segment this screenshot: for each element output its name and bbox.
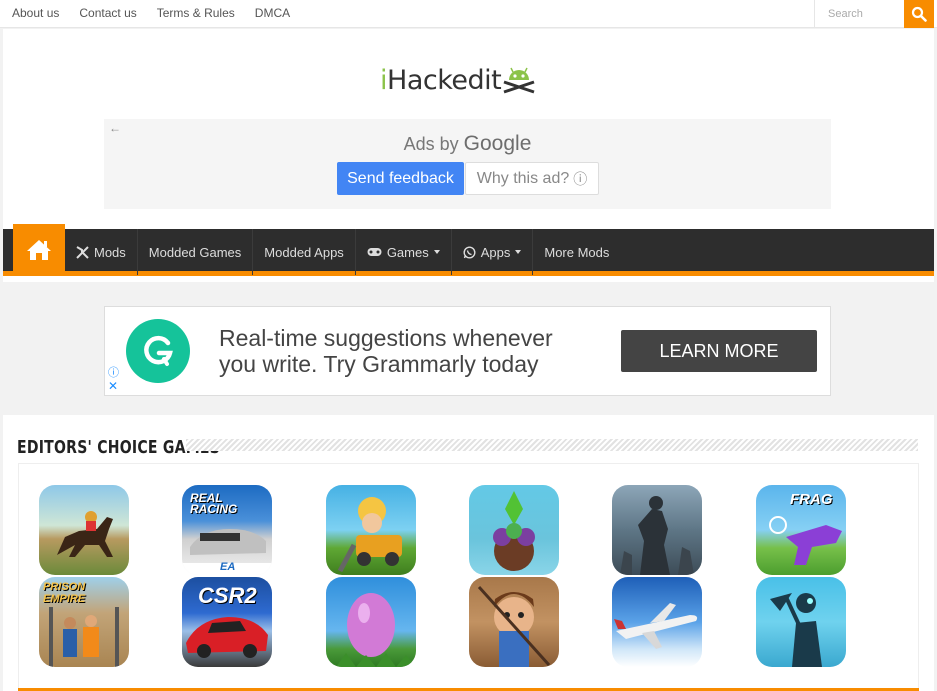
top-bar: About us Contact us Terms & Rules DMCA S… (0, 0, 937, 28)
site-logo[interactable]: i Hackedit (380, 64, 536, 96)
learn-more-button[interactable]: LEARN MORE (621, 330, 817, 372)
title-stripes (186, 439, 918, 451)
home-icon (27, 240, 51, 260)
ad-headline: Real-time suggestions whenever you write… (219, 325, 553, 377)
game-tile-dead-trigger[interactable] (612, 485, 702, 575)
game-tile-real-racing[interactable]: REAL RACING EA (182, 485, 272, 575)
terms-link[interactable]: Terms & Rules (157, 6, 235, 20)
game-tile-frag[interactable]: FRAG (756, 485, 846, 575)
game-tile-jetpack[interactable] (469, 577, 559, 667)
grammarly-ad[interactable]: Real-time suggestions whenever you write… (104, 306, 831, 396)
ad-info-icon[interactable]: ⓘ (108, 364, 119, 380)
ea-logo: EA (220, 561, 236, 573)
chevron-down-icon (433, 250, 440, 254)
nav-item-apps[interactable]: Apps (452, 229, 534, 275)
nav-item-more-mods[interactable]: More Mods (533, 229, 620, 275)
nav-item-games[interactable]: Games (356, 229, 452, 275)
search-input[interactable]: Search (814, 0, 904, 28)
game-tile-prison-empire[interactable]: PRISON EMPIRE (39, 577, 129, 667)
game-tile-flight-pilot[interactable] (612, 577, 702, 667)
game-tile-csr2[interactable]: CSR2 (182, 577, 272, 667)
android-skull-icon (503, 67, 535, 94)
game-tile-sims[interactable] (469, 485, 559, 575)
google-ad: ← Ads by Google Send feedback Why this a… (104, 119, 831, 209)
home-button[interactable] (13, 224, 65, 276)
whatsapp-icon (463, 245, 476, 259)
game-tile-shadow-miner[interactable] (756, 577, 846, 667)
nav-items: Mods Modded Games Modded Apps Games Apps… (65, 229, 620, 275)
send-feedback-button[interactable]: Send feedback (337, 162, 464, 195)
game-tile-mining-tycoon[interactable] (326, 485, 416, 575)
mods-icon (76, 245, 89, 259)
why-this-ad-button[interactable]: Why this ad? ⓘ (465, 162, 599, 195)
nav-item-modded-apps[interactable]: Modded Apps (253, 229, 356, 275)
search-icon (911, 6, 927, 22)
grammarly-logo-icon (126, 319, 190, 383)
dmca-link[interactable]: DMCA (255, 6, 290, 20)
search-button[interactable] (904, 0, 934, 28)
info-icon: ⓘ (573, 170, 588, 187)
about-us-link[interactable]: About us (12, 6, 59, 20)
ad-close-icon[interactable]: ✕ (108, 379, 118, 393)
ads-by-google: Ads by Google (403, 132, 532, 155)
game-tile-egg[interactable] (326, 577, 416, 667)
top-links: About us Contact us Terms & Rules DMCA (12, 6, 290, 20)
gamepad-icon (367, 248, 382, 256)
nav-item-mods[interactable]: Mods (65, 229, 138, 275)
chevron-down-icon (515, 250, 522, 254)
google-brand: Google (463, 132, 532, 155)
contact-us-link[interactable]: Contact us (79, 6, 136, 20)
game-tile-horse-racing[interactable] (39, 485, 129, 575)
nav-item-modded-games[interactable]: Modded Games (138, 229, 254, 275)
